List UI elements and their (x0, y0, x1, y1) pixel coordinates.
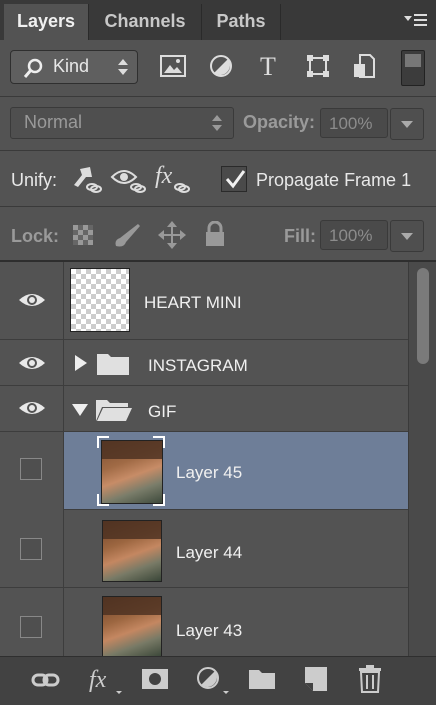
visibility-toggle[interactable] (0, 262, 64, 340)
adjustment-icon[interactable] (196, 665, 230, 695)
fx-icon[interactable]: fx (88, 665, 122, 695)
svg-text:fx: fx (155, 163, 173, 189)
visibility-toggle[interactable] (0, 510, 64, 588)
eye-icon (19, 294, 45, 306)
unify-visibility-icon[interactable] (110, 163, 146, 195)
tab-channels[interactable]: Channels (89, 4, 202, 40)
layer-name: Layer 44 (176, 543, 243, 562)
layer-row[interactable]: HEART MINI (0, 262, 408, 340)
scrollbar-track[interactable] (408, 262, 436, 656)
visibility-toggle[interactable] (0, 588, 64, 656)
checkmark-icon (225, 170, 246, 189)
layer-name: HEART MINI (144, 293, 242, 312)
layer-row[interactable]: Layer 44 (0, 510, 408, 588)
layer-name: INSTAGRAM (148, 356, 248, 375)
layer-thumbnail (102, 520, 162, 582)
layer-group-row[interactable]: GIF (0, 386, 408, 432)
eye-icon (19, 357, 45, 369)
chevron-down-icon (401, 121, 413, 128)
lock-label: Lock: (11, 226, 60, 246)
svg-text:fx: fx (89, 667, 107, 693)
layer-row[interactable]: Layer 43 (0, 588, 408, 656)
visibility-checkbox (20, 458, 42, 480)
opacity-label: Opacity: (243, 112, 316, 132)
svg-text:T: T (260, 53, 276, 79)
blend-mode-select[interactable]: Normal (10, 107, 234, 139)
visibility-toggle[interactable] (0, 340, 64, 386)
opacity-field[interactable]: 100% (320, 108, 388, 138)
mask-icon[interactable] (141, 667, 169, 691)
open-folder-icon (96, 400, 132, 421)
shape-filter-icon[interactable] (306, 54, 330, 78)
layer-name: GIF (148, 402, 177, 421)
smart-object-filter-icon[interactable] (352, 53, 376, 79)
chevron-updown-icon (212, 115, 222, 131)
layer-name: Layer 45 (176, 463, 243, 482)
collapse-triangle-icon[interactable] (71, 403, 89, 417)
layers-list: HEART MINI INSTAGRAM GIF Layer 45 Layer … (0, 262, 436, 656)
layers-bottom-toolbar: fx (0, 656, 436, 705)
eye-icon (19, 402, 45, 414)
chevron-updown-icon (118, 59, 128, 75)
thumbnail-selection-frame (97, 436, 165, 506)
layer-row[interactable]: Layer 45 (0, 432, 408, 510)
kind-filter-label: Kind (53, 56, 90, 76)
lock-image-pixels-icon[interactable] (112, 222, 144, 248)
search-icon (23, 58, 43, 78)
lock-position-icon[interactable] (157, 220, 187, 250)
trash-icon[interactable] (357, 664, 383, 694)
unify-position-icon[interactable] (68, 163, 102, 195)
visibility-checkbox (20, 538, 42, 560)
fill-label: Fill: (284, 226, 316, 246)
unify-style-icon[interactable]: fx (154, 162, 190, 194)
new-group-icon[interactable] (248, 667, 276, 691)
folder-icon (97, 354, 129, 375)
chevron-down-icon (401, 233, 413, 240)
scrollbar-thumb[interactable] (417, 268, 429, 364)
layer-name: Layer 43 (176, 621, 243, 640)
filter-toggle-icon[interactable] (401, 50, 425, 86)
kind-filter-select[interactable]: Kind (10, 50, 138, 84)
layer-thumbnail (102, 596, 162, 656)
type-filter-icon[interactable]: T (256, 53, 280, 79)
tab-layers[interactable]: Layers (4, 4, 89, 40)
panel-menu-icon[interactable] (402, 10, 428, 30)
visibility-toggle[interactable] (0, 386, 64, 432)
lock-transparent-pixels-icon[interactable] (72, 224, 94, 246)
link-layers-icon[interactable] (31, 669, 61, 691)
adjustment-filter-icon[interactable] (209, 54, 233, 78)
unify-label: Unify: (11, 170, 58, 190)
opacity-dropdown-button[interactable] (390, 108, 424, 140)
tab-paths[interactable]: Paths (202, 4, 281, 40)
visibility-toggle[interactable] (0, 432, 64, 510)
new-layer-icon[interactable] (303, 665, 329, 693)
propagate-frame-checkbox[interactable] (221, 166, 247, 192)
layer-group-row[interactable]: INSTAGRAM (0, 340, 408, 386)
expand-triangle-icon[interactable] (74, 354, 88, 372)
fill-field[interactable]: 100% (320, 220, 388, 250)
fill-dropdown-button[interactable] (390, 220, 424, 252)
image-filter-icon[interactable] (160, 54, 186, 78)
layer-thumbnail (70, 268, 130, 332)
propagate-frame-label: Propagate Frame 1 (256, 170, 412, 190)
visibility-checkbox (20, 616, 42, 638)
blend-mode-value: Normal (24, 112, 83, 132)
panel-tab-bar: Layers Channels Paths (0, 0, 436, 40)
lock-all-icon[interactable] (204, 221, 226, 247)
